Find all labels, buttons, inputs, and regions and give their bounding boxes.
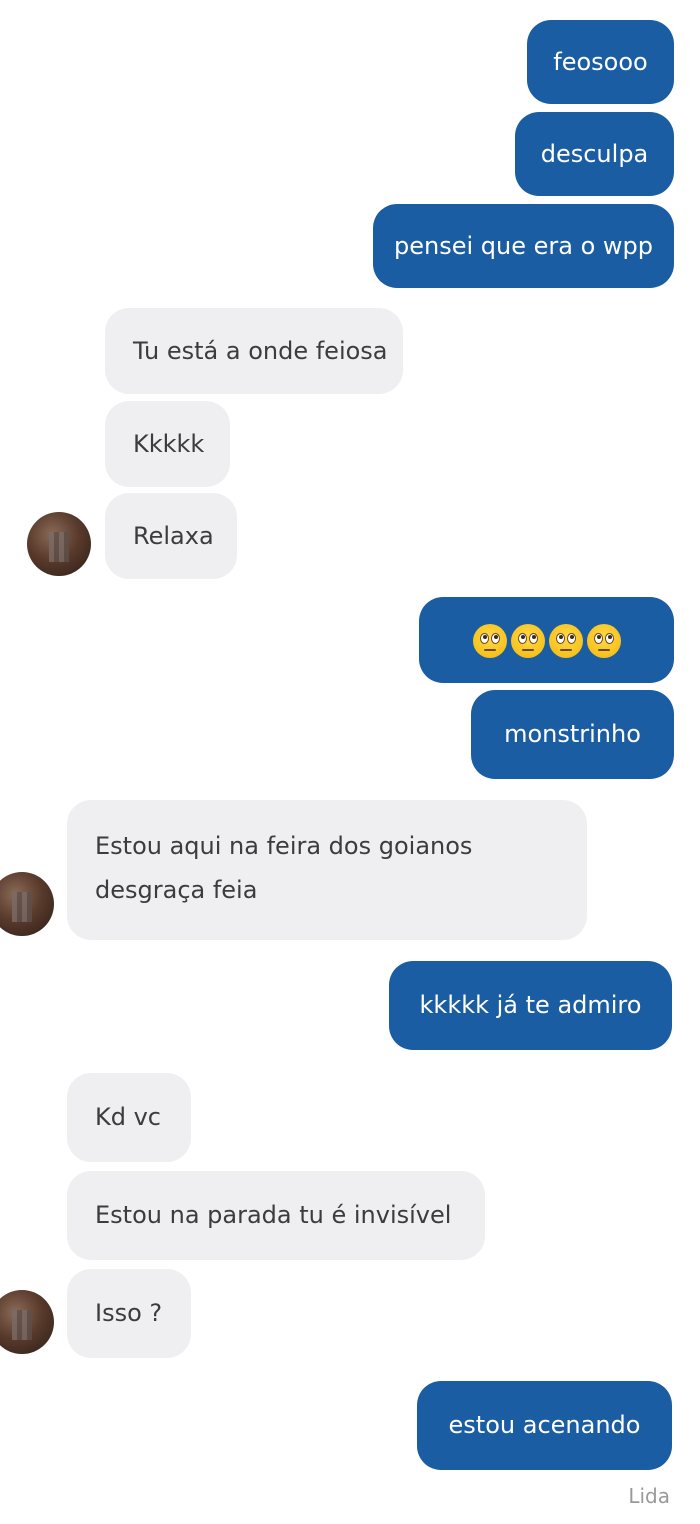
- blurred-face: [12, 892, 32, 922]
- outgoing-message[interactable]: [419, 597, 674, 683]
- read-receipt: Lida: [628, 1484, 670, 1508]
- rolling-eyes-emoji: [510, 624, 545, 658]
- incoming-message[interactable]: Estou na parada tu é invisível: [67, 1171, 485, 1260]
- message-text: feosooo: [553, 48, 648, 76]
- blurred-face: [12, 1310, 32, 1340]
- incoming-message[interactable]: Estou aqui na feira dos goianos desgraça…: [67, 800, 587, 940]
- message-text: estou acenando: [448, 1411, 641, 1439]
- outgoing-message[interactable]: feosooo: [527, 20, 674, 104]
- outgoing-message[interactable]: pensei que era o wpp: [373, 204, 674, 288]
- outgoing-message[interactable]: estou acenando: [417, 1381, 672, 1470]
- rolling-eyes-emoji: [472, 624, 507, 658]
- incoming-message[interactable]: Kd vc: [67, 1073, 191, 1162]
- message-text: pensei que era o wpp: [394, 232, 653, 260]
- outgoing-message[interactable]: monstrinho: [471, 690, 674, 779]
- message-text: Estou na parada tu é invisível: [95, 1201, 452, 1229]
- message-text: monstrinho: [504, 720, 641, 748]
- incoming-message[interactable]: Kkkkk: [105, 401, 230, 487]
- contact-avatar[interactable]: [0, 872, 54, 936]
- emoji-row: [472, 624, 621, 658]
- incoming-message[interactable]: Relaxa: [105, 493, 237, 579]
- message-text: Estou aqui na feira dos goianos desgraça…: [95, 832, 473, 904]
- rolling-eyes-emoji: [548, 624, 583, 658]
- incoming-message[interactable]: Tu está a onde feiosa: [105, 308, 403, 394]
- outgoing-message[interactable]: kkkkk já te admiro: [389, 961, 672, 1050]
- blurred-face: [49, 532, 69, 562]
- message-text: desculpa: [540, 140, 649, 168]
- message-text: Tu está a onde feiosa: [133, 337, 388, 365]
- outgoing-message[interactable]: desculpa: [515, 112, 674, 196]
- message-text: Isso ?: [95, 1299, 163, 1327]
- rolling-eyes-emoji: [586, 624, 621, 658]
- message-text: Kkkkk: [133, 430, 205, 458]
- incoming-message[interactable]: Isso ?: [67, 1269, 191, 1358]
- message-text: Kd vc: [95, 1103, 161, 1131]
- message-text: kkkkk já te admiro: [419, 991, 642, 1019]
- message-text: Relaxa: [133, 522, 214, 550]
- contact-avatar[interactable]: [27, 512, 91, 576]
- contact-avatar[interactable]: [0, 1290, 54, 1354]
